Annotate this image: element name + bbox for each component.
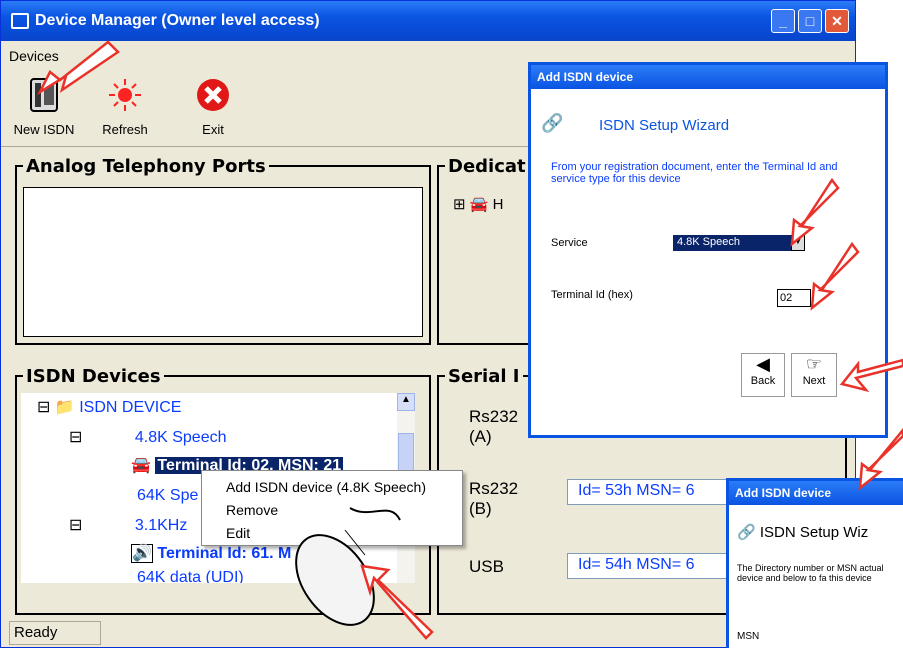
annotation-arrow: [810, 241, 860, 311]
annotation-arrows: [36, 40, 903, 640]
annotation-arrow: [360, 564, 434, 640]
annotation-arrow: [839, 358, 903, 393]
annotation-arrow: [858, 428, 903, 491]
annotation-arrow: [790, 177, 840, 247]
annotation-arrow: [36, 40, 120, 96]
